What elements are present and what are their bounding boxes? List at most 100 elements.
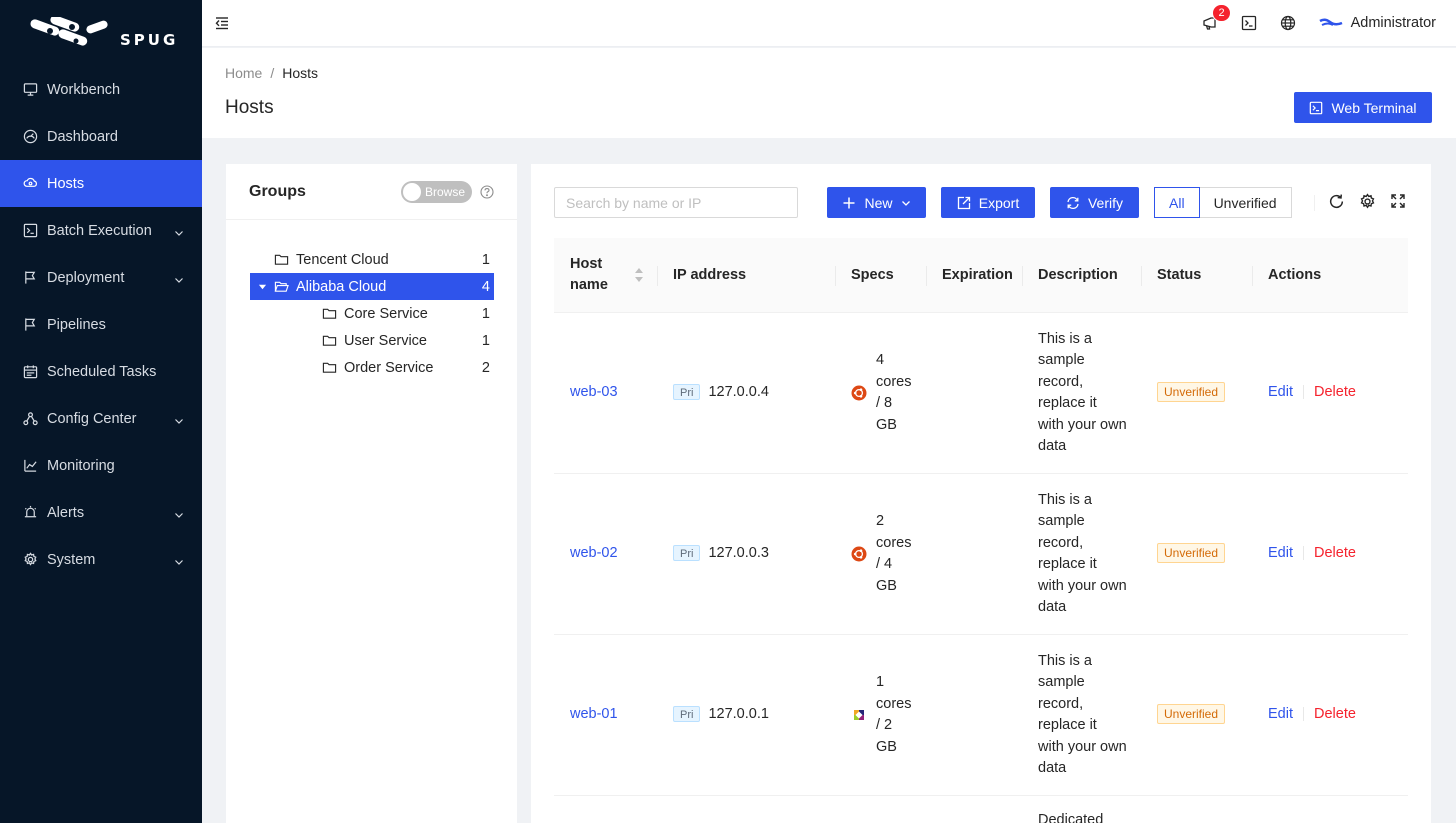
sidebar-item-hosts[interactable]: Hosts [0,160,202,207]
delete-link[interactable]: Delete [1314,384,1356,400]
groups-header: Groups Browse [226,164,517,220]
cell-description: This is a sample record, replace it with you… [1022,651,1141,780]
sidebar-item-deployment[interactable]: Deployment [0,254,202,301]
plus-icon [842,196,856,210]
tree-node-order-service[interactable]: Order Service 2 [250,354,494,381]
globe-icon[interactable] [1279,14,1297,32]
question-circle-icon[interactable] [480,184,494,199]
tree-node-label: Tencent Cloud [296,251,389,268]
toggle-knob [403,182,421,201]
delete-link[interactable]: Delete [1314,706,1356,722]
terminal-icon[interactable] [1240,14,1258,32]
export-button[interactable]: Export [941,187,1035,218]
notification-icon[interactable]: 2 [1201,4,1231,32]
breadcrumb-separator: / [270,65,275,81]
cell-specs: 4 cores / 8 GB [835,350,926,436]
dashboard-icon [22,129,38,145]
edit-link[interactable]: Edit [1268,706,1293,722]
new-host-button[interactable]: New [827,187,926,218]
cell-host-name: web-03 [554,382,657,404]
ubuntu-icon [851,546,867,562]
sort-icon[interactable] [635,268,643,282]
cell-status: Unverified [1141,382,1252,404]
cell-specs: 1 cores / 2 GB [835,672,926,758]
tree-node-alibaba-cloud[interactable]: Alibaba Cloud 4 [250,273,494,300]
table-row: web-02 Pri 127.0.0.3 2 cores / 4 GB This is a sa… [554,474,1408,635]
chevron-down-icon [174,273,184,283]
breadcrumb-home[interactable]: Home [225,65,262,81]
sidebar-item-monitoring[interactable]: Monitoring [0,442,202,489]
tree-node-tencent-cloud[interactable]: Tencent Cloud 1 [250,246,494,273]
top-bar-actions: 2 Administrator [1180,4,1456,32]
status-filter: All Unverified [1154,187,1292,218]
verify-button[interactable]: Verify [1050,187,1139,218]
delete-link[interactable]: Delete [1314,545,1356,561]
tree-node-user-service[interactable]: User Service 1 [250,327,494,354]
table-tools [1315,193,1408,211]
sidebar-menu: Workbench Dashboard Hosts Batch Execution De… [0,66,202,583]
fullscreen-icon[interactable] [1390,193,1408,211]
sidebar-item-config-center[interactable]: Config Center [0,395,202,442]
sidebar-item-workbench[interactable]: Workbench [0,66,202,113]
folder-icon [322,360,338,376]
cell-description: This is a sample record, replace it with you… [1022,329,1141,458]
status-badge: Unverified [1157,382,1226,403]
sidebar-item-label: Pipelines [47,316,106,333]
sidebar-item-pipelines[interactable]: Pipelines [0,301,202,348]
chevron-down-icon [174,555,184,565]
setting-icon[interactable] [1359,193,1377,211]
code-icon [22,223,38,239]
ip-address: 127.0.0.1 [708,706,769,723]
host-name-link[interactable]: web-03 [570,384,618,400]
status-badge: Unverified [1157,704,1226,725]
specs-text: 2 cores / 4 GB [876,511,911,597]
edit-link[interactable]: Edit [1268,545,1293,561]
chevron-down-icon [901,198,911,208]
sync-icon [1066,196,1080,210]
sidebar-item-dashboard[interactable]: Dashboard [0,113,202,160]
specs-line: 4 [876,352,885,368]
tree-node-core-service[interactable]: Core Service 1 [250,300,494,327]
specs-line: GB [876,416,897,433]
ip-type-tag: Pri [673,706,701,723]
action-divider [1303,707,1304,722]
hosts-table: Host name IP address Specs Expiration Des… [554,238,1408,796]
menu-fold-icon[interactable] [214,15,230,31]
specs-text: 1 cores / 2 GB [876,672,911,758]
search-input[interactable]: Search by name or IP [554,187,798,218]
cell-description: This is a sample record, replace it with you… [1022,490,1141,619]
monitor-icon [22,82,38,98]
filter-unverified[interactable]: Unverified [1199,187,1292,218]
table-row: web-01 Pri 127.0.0.1 1 cores / 2 GB This is a sa… [554,635,1408,796]
description-line: data [1038,599,1067,615]
edit-link[interactable]: Edit [1268,384,1293,400]
browse-toggle[interactable]: Browse [401,180,472,203]
export-icon [957,196,971,210]
filter-all[interactable]: All [1154,187,1200,218]
web-terminal-button[interactable]: Web Terminal [1294,92,1432,123]
sidebar-item-label: Monitoring [47,457,115,474]
reload-icon[interactable] [1328,193,1346,211]
cell-ip: Pri 127.0.0.4 [657,382,835,404]
sidebar-item-alerts[interactable]: Alerts [0,489,202,536]
host-name-link[interactable]: web-01 [570,706,618,722]
host-name-link[interactable]: web-02 [570,545,618,561]
description-line: record, [1038,695,1084,712]
folder-icon [322,333,338,349]
sidebar-item-label: Batch Execution [47,222,152,239]
logo[interactable]: SPUG [0,0,202,66]
sidebar-item-batch-execution[interactable]: Batch Execution [0,207,202,254]
sidebar: SPUG Workbench Dashboard Hosts Batch Execut… [0,0,202,823]
cell-ip: Pri 127.0.0.1 [657,704,835,726]
column-host-name[interactable]: Host name [554,238,657,312]
caret-down-icon[interactable] [250,282,274,291]
column-ip: IP address [657,238,835,312]
sidebar-item-system[interactable]: System [0,536,202,583]
specs-line: cores [876,695,912,712]
logo-text: SPUG [120,31,179,49]
cell-status: Unverified [1141,543,1252,565]
user-menu[interactable]: Administrator [1318,15,1436,31]
cloud-server-icon [22,176,38,192]
description-line: data [1038,760,1067,776]
sidebar-item-scheduled-tasks[interactable]: Scheduled Tasks [0,348,202,395]
